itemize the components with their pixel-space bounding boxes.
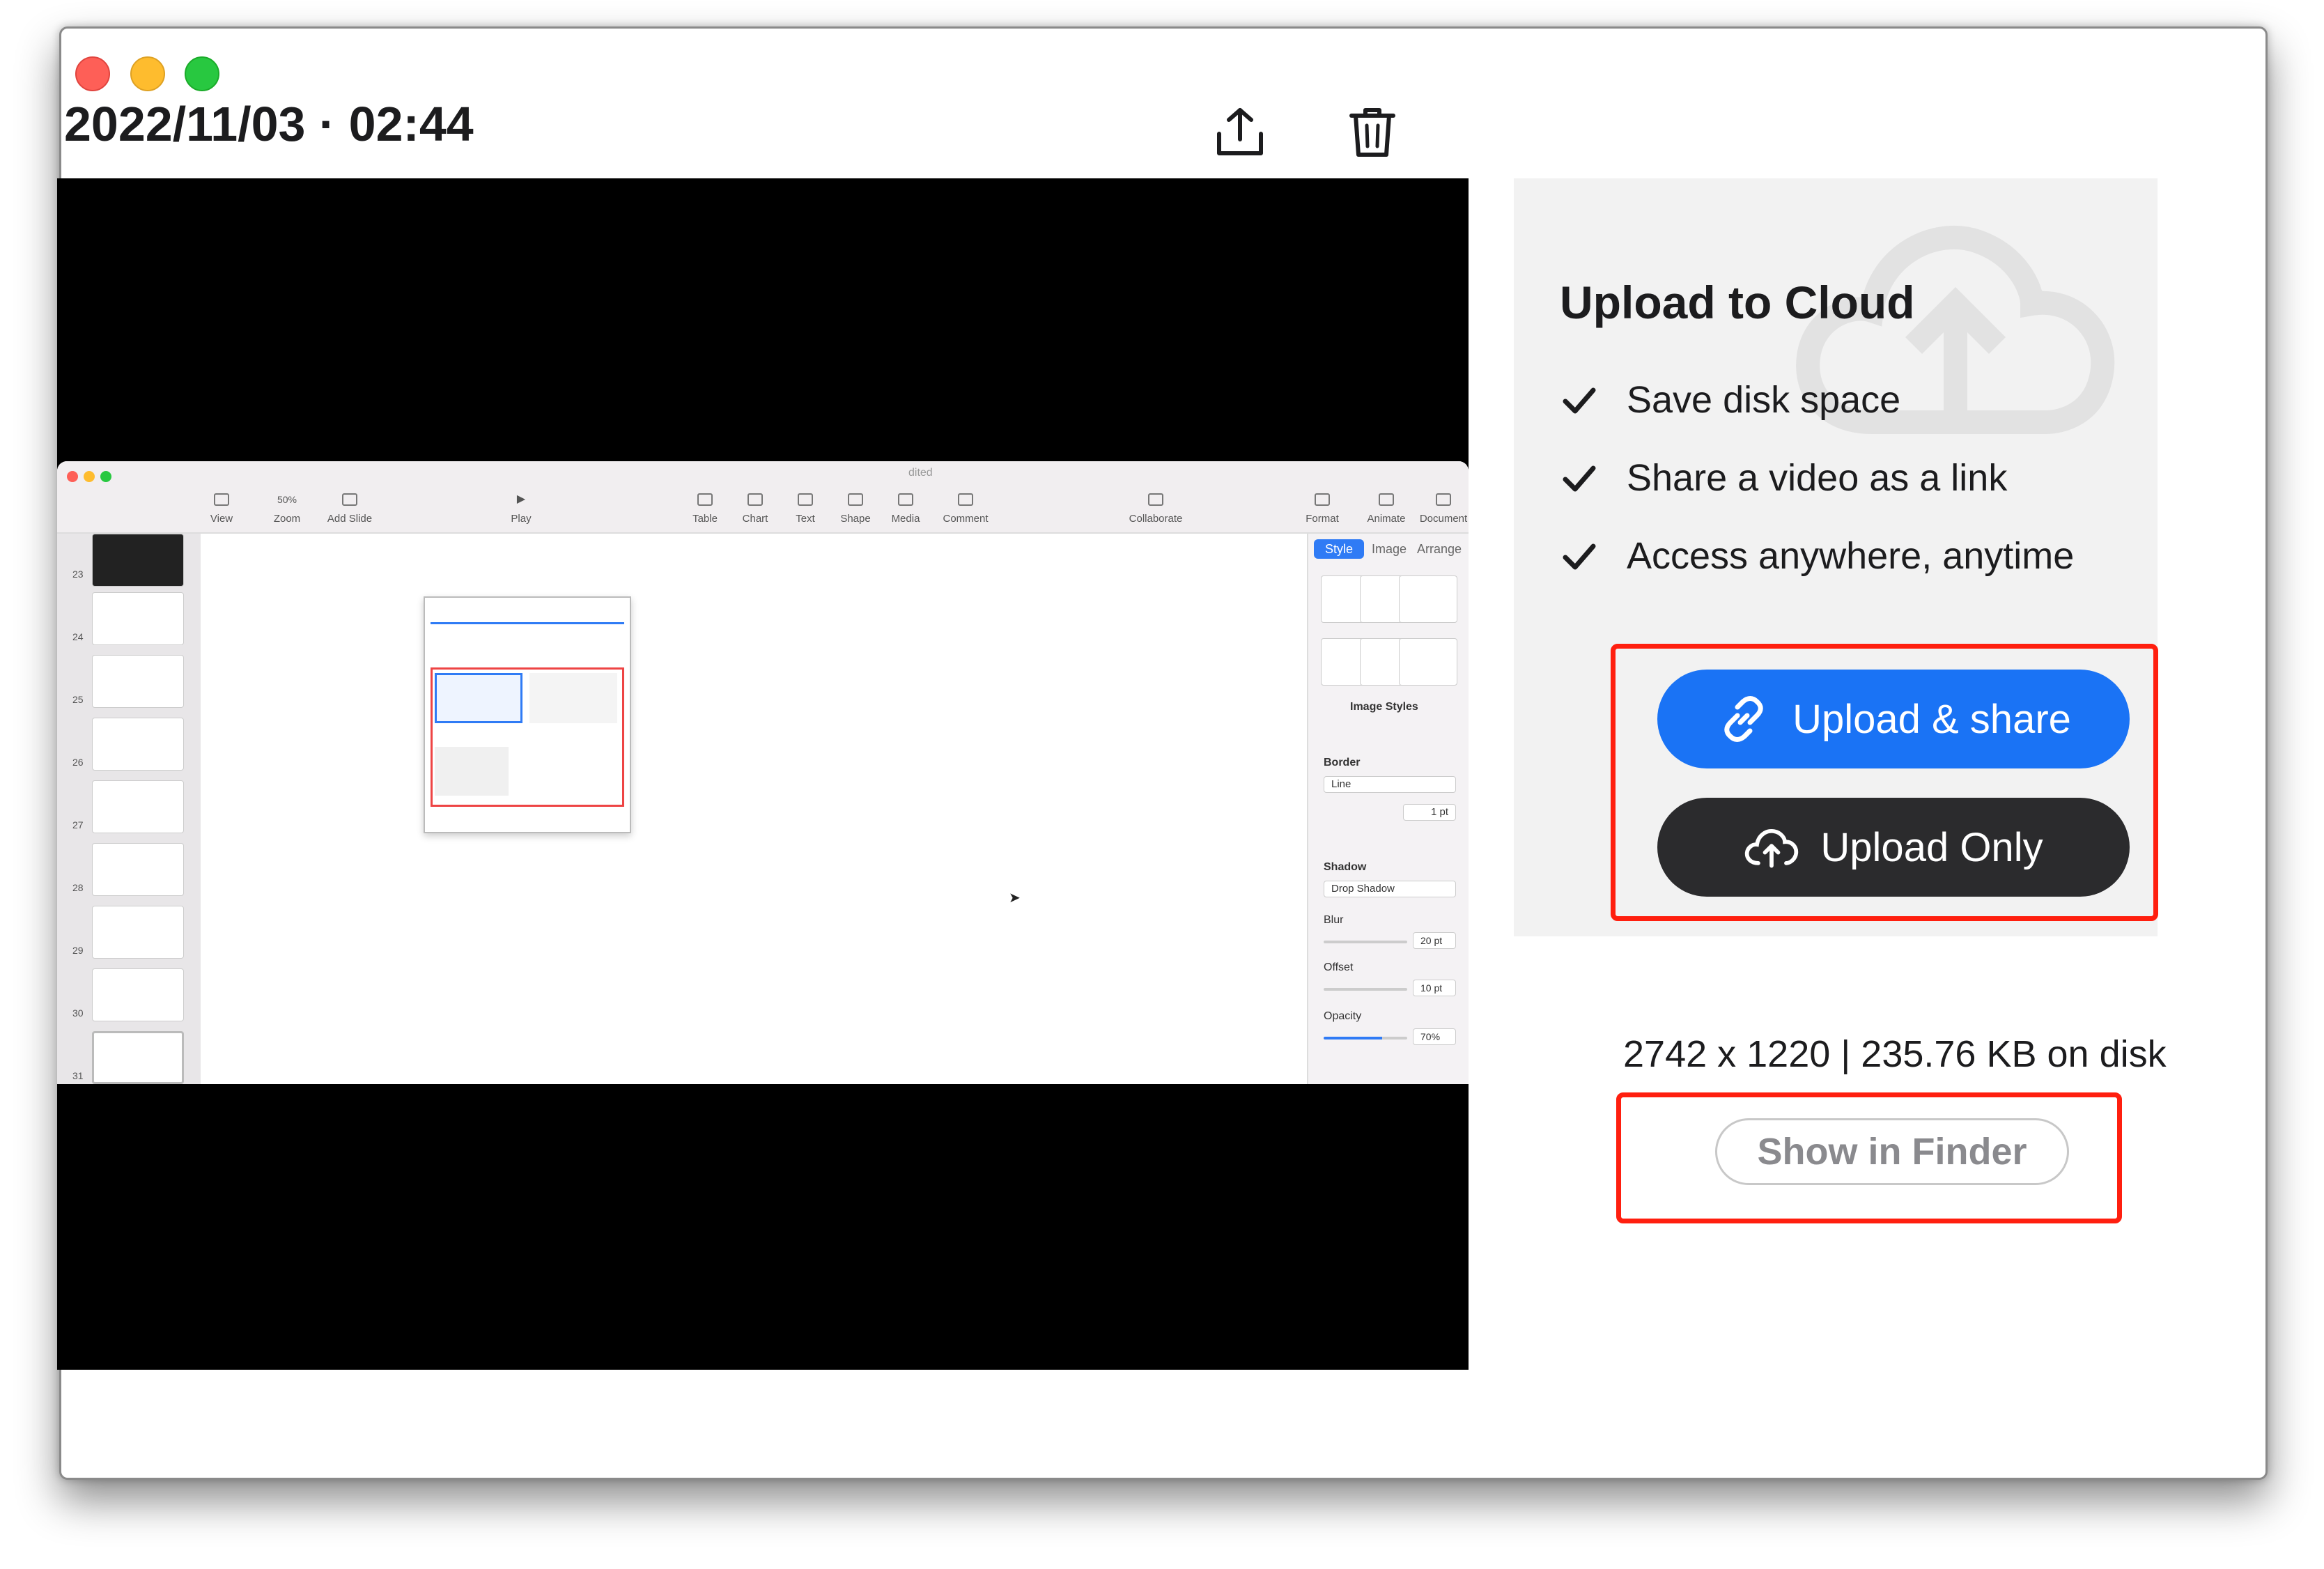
upload-panel-title: Upload to Cloud	[1560, 277, 1915, 328]
slide-thumbnail	[92, 655, 184, 708]
toolbar-shape: Shape	[828, 493, 883, 525]
checkmark-icon	[1560, 380, 1599, 419]
minimize-window-button[interactable]	[130, 56, 165, 91]
recorded-screen-frame: dited View 50% Zoom Add Slide ▶ Play Table…	[57, 461, 1469, 1084]
upload-only-label: Upload Only	[1820, 824, 2043, 870]
share-icon	[1217, 108, 1263, 155]
mini-close-dot	[67, 471, 78, 482]
slide-number: 26	[72, 757, 84, 768]
inspector-tab-image: Image	[1371, 542, 1407, 556]
toolbar-collaborate: Collaborate	[1117, 493, 1194, 525]
format-inspector: Style Image Arrange Image Styles Border …	[1307, 534, 1469, 1084]
trash-icon	[1349, 108, 1395, 157]
slide-number: 31	[72, 1070, 84, 1081]
blur-value: 20 pt	[1413, 932, 1456, 949]
border-type-field: Line	[1324, 776, 1456, 793]
blur-label: Blur	[1324, 914, 1344, 926]
feature-item: Save disk space	[1560, 378, 1900, 422]
cloud-upload-icon	[1744, 823, 1799, 872]
blur-slider	[1324, 941, 1407, 943]
slide-number: 23	[72, 569, 84, 580]
opacity-value: 70%	[1413, 1028, 1456, 1045]
toolbar-table: Table	[677, 493, 733, 525]
doc-title-fragment: dited	[908, 467, 933, 479]
upload-and-share-label: Upload & share	[1792, 696, 2071, 742]
close-window-button[interactable]	[75, 56, 110, 91]
toolbar-comment: Comment	[938, 493, 993, 525]
feature-text: Share a video as a link	[1627, 457, 2008, 499]
slide-navigator: 23 24 25 26 27 28 29 30 31	[57, 534, 201, 1084]
image-style-thumb	[1399, 575, 1457, 623]
file-metadata: 2742 x 1220 | 235.76 KB on disk	[1623, 1033, 2167, 1075]
image-styles-label: Image Styles	[1350, 701, 1418, 713]
slide-number: 25	[72, 694, 84, 705]
slide-thumbnail	[92, 843, 184, 896]
toolbar-view: View	[194, 493, 249, 525]
keynote-toolbar: dited View 50% Zoom Add Slide ▶ Play Table…	[57, 461, 1469, 534]
shadow-type-field: Drop Shadow	[1324, 881, 1456, 897]
slide-thumbnail	[92, 718, 184, 771]
feature-item: Access anywhere, anytime	[1560, 534, 2074, 578]
upload-only-button[interactable]: Upload Only	[1657, 798, 2130, 897]
opacity-label: Opacity	[1324, 1010, 1362, 1022]
toolbar-chart: Chart	[727, 493, 783, 525]
toolbar-document: Document	[1416, 493, 1469, 525]
slide-number: 27	[72, 819, 84, 830]
mini-minimize-dot	[84, 471, 95, 482]
toolbar-add-slide: Add Slide	[322, 493, 378, 525]
inspector-tab-style: Style	[1314, 539, 1364, 559]
feature-text: Save disk space	[1627, 379, 1901, 421]
slide-image-object	[424, 596, 631, 833]
slide-number: 28	[72, 882, 84, 893]
feature-text: Access anywhere, anytime	[1627, 535, 2075, 577]
toolbar-text: Text	[777, 493, 833, 525]
opacity-slider	[1324, 1037, 1407, 1039]
toolbar-media: Media	[878, 493, 934, 525]
toolbar-format: Format	[1294, 493, 1350, 525]
zoom-window-button[interactable]	[185, 56, 219, 91]
slide-thumbnail	[92, 906, 184, 959]
shadow-label: Shadow	[1324, 861, 1367, 873]
border-label: Border	[1324, 757, 1361, 768]
offset-slider	[1324, 988, 1407, 991]
delete-button[interactable]	[1338, 98, 1407, 167]
mini-zoom-dot	[100, 471, 111, 482]
share-button[interactable]	[1205, 98, 1275, 167]
mouse-cursor-icon: ➤	[1009, 890, 1021, 906]
slide-number: 29	[72, 945, 84, 956]
inspector-tab-arrange: Arrange	[1416, 542, 1462, 556]
toolbar-zoom: 50% Zoom	[273, 494, 301, 525]
slide-thumbnail	[92, 968, 184, 1021]
link-icon	[1716, 695, 1772, 743]
slide-thumbnail-selected	[92, 1031, 184, 1084]
image-style-thumb	[1399, 638, 1457, 686]
video-preview[interactable]: dited View 50% Zoom Add Slide ▶ Play Table…	[57, 178, 1469, 1370]
slide-number: 24	[72, 631, 84, 642]
toolbar-animate: Animate	[1358, 493, 1414, 525]
slide-thumbnail	[92, 534, 184, 587]
upload-and-share-button[interactable]: Upload & share	[1657, 670, 2130, 768]
checkmark-icon	[1560, 536, 1599, 575]
show-in-finder-button[interactable]: Show in Finder	[1715, 1118, 2069, 1185]
feature-item: Share a video as a link	[1560, 456, 2007, 500]
slide-canvas: ➤	[201, 534, 1307, 1084]
page-title: 2022/11/03 · 02:44	[64, 97, 474, 151]
border-width-field: 1 pt	[1403, 804, 1456, 821]
slide-number: 30	[72, 1007, 84, 1019]
slide-thumbnail	[92, 780, 184, 833]
offset-value: 10 pt	[1413, 980, 1456, 996]
inspector-tabs: Style Image Arrange	[1314, 539, 1464, 559]
checkmark-icon	[1560, 458, 1599, 497]
offset-label: Offset	[1324, 961, 1354, 973]
slide-thumbnail	[92, 592, 184, 645]
toolbar-play: ▶ Play	[511, 493, 532, 525]
